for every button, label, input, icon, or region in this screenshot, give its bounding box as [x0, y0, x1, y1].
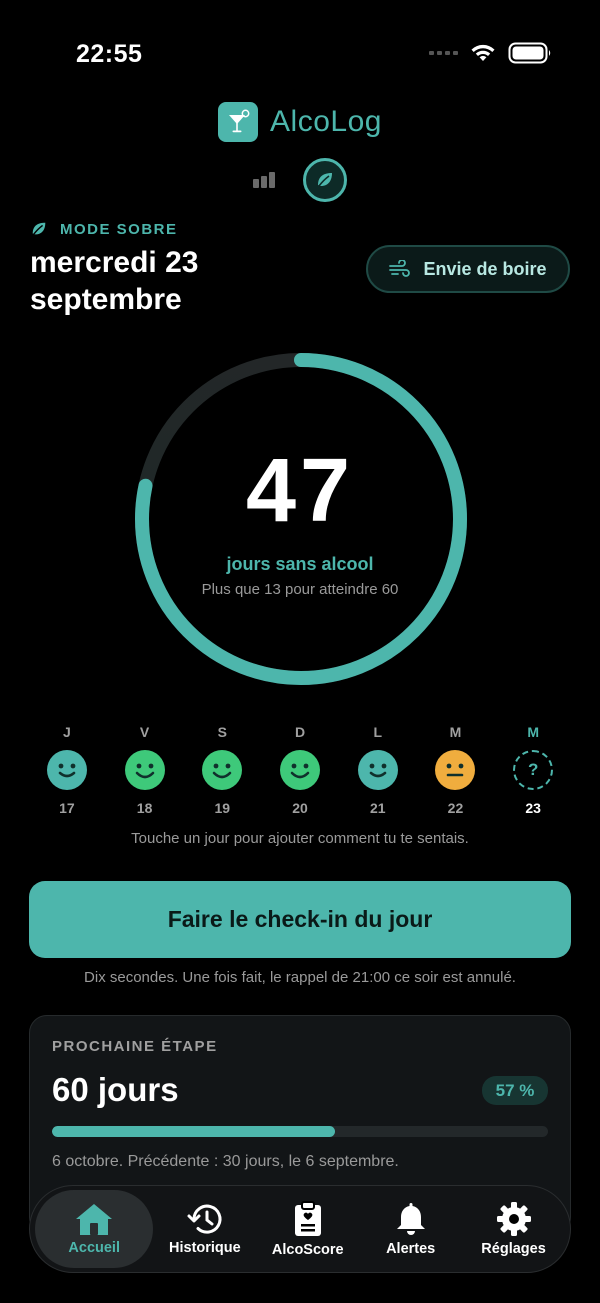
day-number: 22 [447, 800, 464, 816]
cocktail-glass-icon [218, 102, 259, 142]
mode-label-text: MODE SOBRE [60, 220, 178, 238]
signal-icon [429, 51, 458, 55]
day-item[interactable]: V 18 [106, 724, 184, 816]
leaf-icon [32, 222, 46, 235]
day-item[interactable]: M 22 [417, 724, 495, 816]
mood-face-icon[interactable] [357, 750, 398, 790]
day-number: 23 [525, 800, 541, 816]
milestone-label: PROCHAINE ÉTAPE [52, 1038, 218, 1055]
day-item-today[interactable]: M ? 23 [494, 724, 572, 816]
mood-face-icon[interactable] [46, 750, 87, 790]
day-number: 18 [136, 800, 153, 816]
tab-label: Accueil [68, 1240, 120, 1256]
day-item[interactable]: S 19 [183, 724, 261, 816]
leaf-icon [318, 173, 332, 187]
week-hint: Touche un jour pour ajouter comment tu t… [131, 830, 469, 847]
sober-mode-button[interactable] [303, 158, 347, 202]
bar-chart-icon[interactable] [253, 172, 275, 188]
tab-label: Réglages [481, 1241, 546, 1257]
day-letter: S [217, 724, 227, 740]
day-item[interactable]: D 20 [261, 724, 339, 816]
day-letter: L [373, 724, 383, 740]
daily-checkin-button[interactable]: Faire le check-in du jour [29, 881, 571, 958]
milestone-progress-bar [52, 1126, 548, 1137]
milestone-percent-badge: 57 % [482, 1076, 548, 1105]
mood-face-icon[interactable] [202, 750, 243, 790]
craving-button-label: Envie de boire [423, 258, 547, 279]
day-letter: M [449, 724, 462, 740]
mood-face-icon[interactable] [435, 750, 476, 790]
day-item[interactable]: L 21 [339, 724, 417, 816]
milestone-title: 60 jours [52, 1071, 179, 1108]
tab-bar-items: Accueil Historique AlcoScore Alertes Rég… [35, 1190, 565, 1268]
tab-label: Alertes [386, 1241, 436, 1257]
page-title-date: mercredi 23 septembre [30, 246, 199, 316]
tab-label: Historique [169, 1240, 241, 1256]
craving-button[interactable]: Envie de boire [366, 245, 570, 293]
tab-accueil[interactable]: Accueil [35, 1190, 154, 1268]
day-number: 21 [369, 800, 386, 816]
app-name: AlcoLog [270, 105, 382, 138]
week-mood-strip: J 17 V 18 S 19 D 20 L 21 M 22 M ? 23 [28, 724, 572, 816]
day-number: 17 [59, 800, 75, 816]
wind-icon [389, 260, 411, 277]
day-letter: V [139, 724, 150, 740]
day-letter: D [294, 724, 306, 740]
tab-historique[interactable]: Historique [153, 1190, 256, 1268]
tab-label: AlcoScore [271, 1242, 344, 1258]
milestone-progress-fill [52, 1126, 335, 1137]
wifi-icon [471, 44, 495, 61]
bell-icon [396, 1203, 425, 1235]
clipboard-heart-icon [294, 1201, 321, 1236]
days-count-label: jours sans alcool [226, 554, 374, 574]
home-icon [76, 1204, 113, 1235]
mode-toggle [0, 158, 600, 202]
mood-face-icon[interactable] [124, 750, 165, 790]
days-count-subtitle: Plus que 13 pour atteindre 60 [201, 581, 399, 598]
history-icon [187, 1204, 222, 1234]
day-letter: M [527, 724, 539, 740]
milestone-subtitle: 6 octobre. Précédente : 30 jours, le 6 s… [52, 1153, 399, 1170]
mood-unknown-icon[interactable]: ? [513, 750, 554, 790]
mode-label: MODE SOBRE [30, 220, 178, 238]
tab-alcoscore[interactable]: AlcoScore [256, 1190, 359, 1268]
status-icons [429, 42, 552, 64]
checkin-hint: Dix secondes. Une fois fait, le rappel d… [84, 969, 516, 986]
day-item[interactable]: J 17 [28, 724, 106, 816]
gear-icon [496, 1202, 531, 1236]
day-letter: J [62, 724, 71, 740]
tab-alertes[interactable]: Alertes [359, 1190, 462, 1268]
tab-reglages[interactable]: Réglages [462, 1190, 565, 1268]
app-brand: AlcoLog [0, 102, 600, 142]
battery-icon [508, 42, 551, 64]
day-number: 19 [214, 800, 231, 816]
mood-face-icon[interactable] [280, 750, 321, 790]
status-time: 22:55 [76, 40, 143, 68]
days-count: 47 [245, 441, 355, 541]
day-number: 20 [292, 800, 308, 816]
